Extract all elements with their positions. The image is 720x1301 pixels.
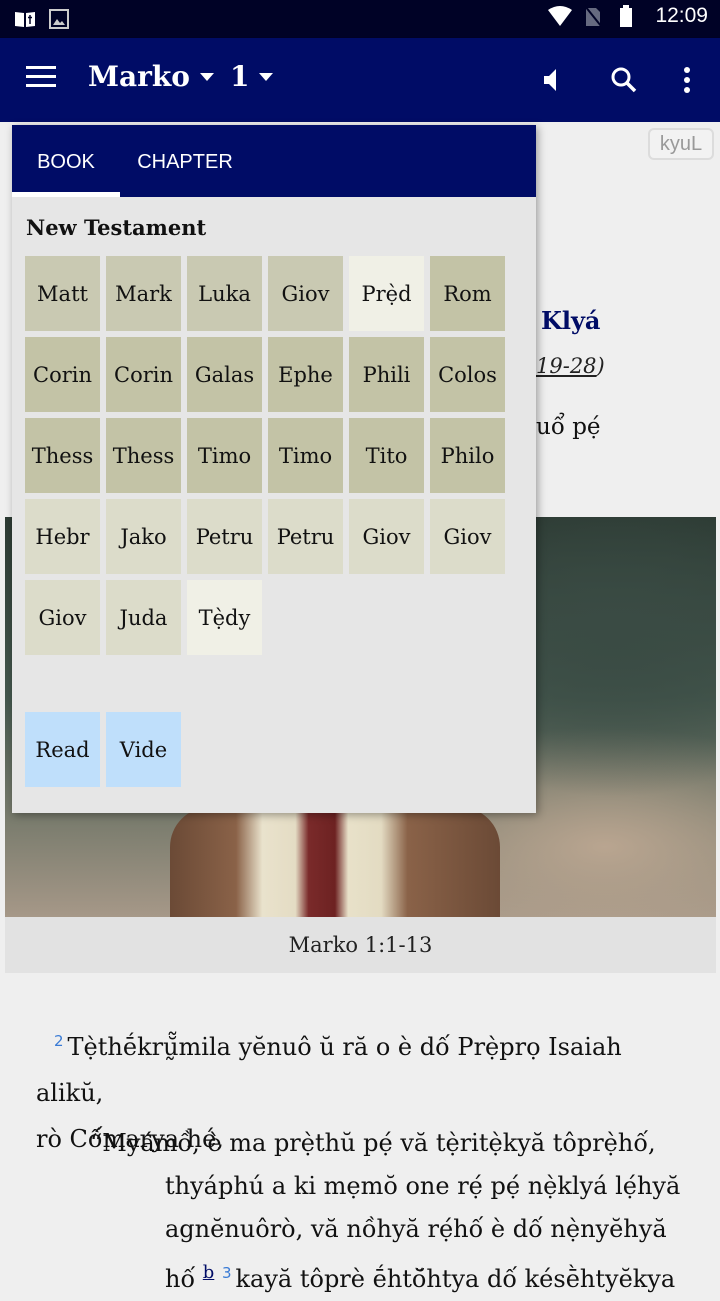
book-button[interactable]: Corin [106, 337, 181, 412]
tab-chapter[interactable]: CHAPTER [120, 125, 250, 197]
verse-text-fragment: uổ pẹ́ [536, 414, 601, 440]
book-name: Marko [88, 60, 190, 93]
book-button[interactable]: Juda [106, 580, 181, 655]
book-grid: Matt Mark Luka Giov Prẹ̀d Rom Corin Corin Galas E… [25, 256, 505, 655]
extra-book-button[interactable]: Vide [106, 712, 181, 787]
chapter-selector[interactable]: 1 [230, 60, 274, 93]
tab-book[interactable]: BOOK [12, 125, 120, 197]
book-button[interactable]: Luka [187, 256, 262, 331]
book-button[interactable]: Matt [25, 256, 100, 331]
font-toggle-button[interactable]: kyuL [648, 128, 714, 160]
book-button[interactable]: Prẹ̀d [349, 256, 424, 331]
menu-icon[interactable] [26, 66, 56, 90]
book-button[interactable]: Ephe [268, 337, 343, 412]
tab-indicator [12, 192, 120, 197]
image-icon [48, 8, 70, 30]
bible-app-icon [14, 8, 36, 30]
poetry-block: “Myámồ, è ma prẹ̀thŭ pẹ́ vă tẹ̀ritẹ̀kyă … [90, 1122, 710, 1301]
verse-number: 2 [54, 1032, 64, 1050]
chevron-down-icon [259, 72, 274, 81]
poetry-line: thyáphú a ki mẹmŏ one rẹ́ pẹ́ nẹ̀klyá lẹ… [165, 1172, 681, 1200]
book-button[interactable]: Colos [430, 337, 505, 412]
extra-book-button[interactable]: Read [25, 712, 100, 787]
no-sim-icon [583, 5, 605, 27]
poetry-line: hố b 3 kayă tôprè ḗhtŏ̆htya dố késḕhtyĕky… [90, 1251, 710, 1301]
book-selector[interactable]: Marko [88, 60, 214, 93]
book-button[interactable]: Jako [106, 499, 181, 574]
section-title: New Testament [26, 215, 207, 240]
reference-close: ) [596, 354, 605, 378]
parallel-reference: 19-28) [536, 354, 605, 378]
book-button[interactable]: Thess [25, 418, 100, 493]
book-button[interactable]: Rom [430, 256, 505, 331]
more-options-icon[interactable] [672, 64, 704, 96]
book-button[interactable]: Giov [349, 499, 424, 574]
book-button[interactable]: Giov [268, 256, 343, 331]
book-button[interactable]: Corin [25, 337, 100, 412]
book-button[interactable]: Petru [187, 499, 262, 574]
app-bar: Marko 1 [0, 38, 720, 122]
book-button[interactable]: Thess [106, 418, 181, 493]
audio-icon[interactable] [538, 64, 570, 96]
battery-icon [619, 5, 641, 27]
poetry-line: agnĕnuôrò, vă nồhyă rẹ́hố è dố nẹ̀nyĕhyă [165, 1215, 667, 1243]
extras-grid: Read Vide [25, 712, 181, 787]
verse-text: kayă tôprè ḗhtŏ̆htya dố késḕhtyĕkya [235, 1265, 676, 1293]
verse-text: hố [165, 1265, 196, 1293]
book-button[interactable]: Tẹ̀dy [187, 580, 262, 655]
figure [170, 807, 500, 917]
wifi-icon [547, 5, 573, 27]
image-caption: Marko 1:1-13 [5, 917, 716, 973]
book-button[interactable]: Timo [187, 418, 262, 493]
book-button[interactable]: Timo [268, 418, 343, 493]
book-button[interactable]: Phili [349, 337, 424, 412]
status-bar: 12:09 [0, 0, 720, 38]
reference-link[interactable]: 19-28 [536, 354, 597, 378]
picker-tabs: BOOK CHAPTER [12, 125, 536, 197]
clock: 12:09 [655, 4, 708, 27]
book-button[interactable]: Mark [106, 256, 181, 331]
chevron-down-icon [199, 72, 214, 81]
search-icon[interactable] [608, 64, 640, 96]
chapter-number: 1 [230, 60, 250, 93]
book-picker-dialog: BOOK CHAPTER New Testament Matt Mark Luka G… [12, 125, 536, 813]
book-button[interactable]: Tito [349, 418, 424, 493]
book-button[interactable]: Hebr [25, 499, 100, 574]
book-button[interactable]: Petru [268, 499, 343, 574]
verse-text: Tẹ̀thḗkrṵ̆̃mila yĕnuô ŭ ră o è dố Prẹ̀pr… [36, 1033, 622, 1107]
book-button[interactable]: Giov [430, 499, 505, 574]
book-button[interactable]: Galas [187, 337, 262, 412]
verse-number: 3 [221, 1264, 232, 1282]
book-button[interactable]: Philo [430, 418, 505, 493]
poetry-line: “Myámồ, è ma prẹ̀thŭ pẹ́ vă tẹ̀ritẹ̀kyă … [90, 1129, 656, 1157]
book-button[interactable]: Giov [25, 580, 100, 655]
section-heading: Klyá [541, 306, 601, 335]
